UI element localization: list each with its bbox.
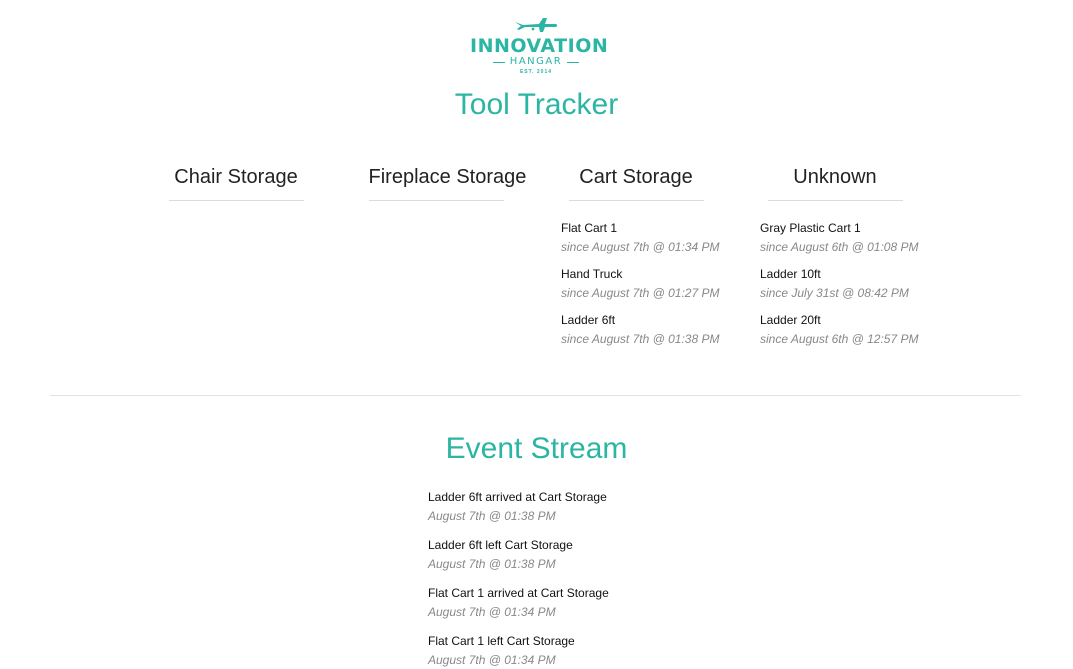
tool-list: Gray Plastic Cart 1 since August 6th @ 0… [735,219,935,349]
event-time: August 7th @ 01:38 PM [428,557,556,571]
column-heading: Chair Storage [168,164,304,201]
tool-name: Gray Plastic Cart 1 [760,221,861,235]
logo-wordmark: INNOVATION [470,35,609,57]
tool-name: Flat Cart 1 [561,221,618,235]
page: INNOVATION HANGAR EST. 2014 Tool Tracker… [0,0,1073,669]
tool-since: since August 7th @ 01:38 PM [561,332,720,346]
tool-since: since July 31st @ 08:42 PM [760,286,909,300]
location-column-chair-storage: Chair Storage [136,164,336,219]
tool-item[interactable]: Hand Truck since August 7th @ 01:27 PM [561,265,736,303]
tool-name: Ladder 10ft [760,267,821,281]
event-text: Flat Cart 1 arrived at Cart Storage [428,586,609,600]
event-text: Flat Cart 1 left Cart Storage [428,634,575,648]
airplane-icon [515,18,558,32]
event-item: Flat Cart 1 left Cart Storage August 7th… [428,632,828,669]
event-time: August 7th @ 01:34 PM [428,653,556,667]
event-list: Ladder 6ft arrived at Cart Storage Augus… [428,488,828,669]
tool-name: Ladder 6ft [561,313,616,327]
location-column-cart-storage: Cart Storage Flat Cart 1 since August 7t… [536,164,736,357]
tool-item[interactable]: Gray Plastic Cart 1 since August 6th @ 0… [760,219,935,257]
event-time: August 7th @ 01:38 PM [428,509,556,523]
event-item: Ladder 6ft arrived at Cart Storage Augus… [428,488,828,526]
column-heading: Unknown [767,164,903,201]
location-column-fireplace-storage: Fireplace Storage [336,164,536,219]
tool-item[interactable]: Ladder 20ft since August 6th @ 12:57 PM [760,311,935,349]
event-time: August 7th @ 01:34 PM [428,605,556,619]
tool-item[interactable]: Flat Cart 1 since August 7th @ 01:34 PM [561,219,736,257]
innovation-hangar-logo[interactable]: INNOVATION HANGAR EST. 2014 [470,16,609,90]
tool-name: Ladder 20ft [760,313,821,327]
tool-since: since August 7th @ 01:34 PM [561,240,720,254]
event-item: Ladder 6ft left Cart Storage August 7th … [428,536,828,574]
page-title: Tool Tracker [454,88,619,121]
logo-established: EST. 2014 [519,69,553,75]
section-divider [50,395,1021,396]
event-item: Flat Cart 1 arrived at Cart Storage Augu… [428,584,828,622]
tool-item[interactable]: Ladder 10ft since July 31st @ 08:42 PM [760,265,935,303]
tool-since: since August 7th @ 01:27 PM [561,286,720,300]
event-stream-title: Event Stream [445,432,628,465]
tool-name: Hand Truck [561,267,623,281]
event-text: Ladder 6ft left Cart Storage [428,538,573,552]
column-heading: Cart Storage [568,164,704,201]
column-heading: Fireplace Storage [368,164,526,201]
tool-since: since August 6th @ 01:08 PM [760,240,919,254]
logo-subtitle: HANGAR [470,56,602,68]
tool-item[interactable]: Ladder 6ft since August 7th @ 01:38 PM [561,311,736,349]
event-text: Ladder 6ft arrived at Cart Storage [428,490,607,504]
tool-list: Flat Cart 1 since August 7th @ 01:34 PM … [536,219,736,349]
tool-since: since August 6th @ 12:57 PM [760,332,919,346]
location-column-unknown: Unknown Gray Plastic Cart 1 since August… [735,164,935,357]
